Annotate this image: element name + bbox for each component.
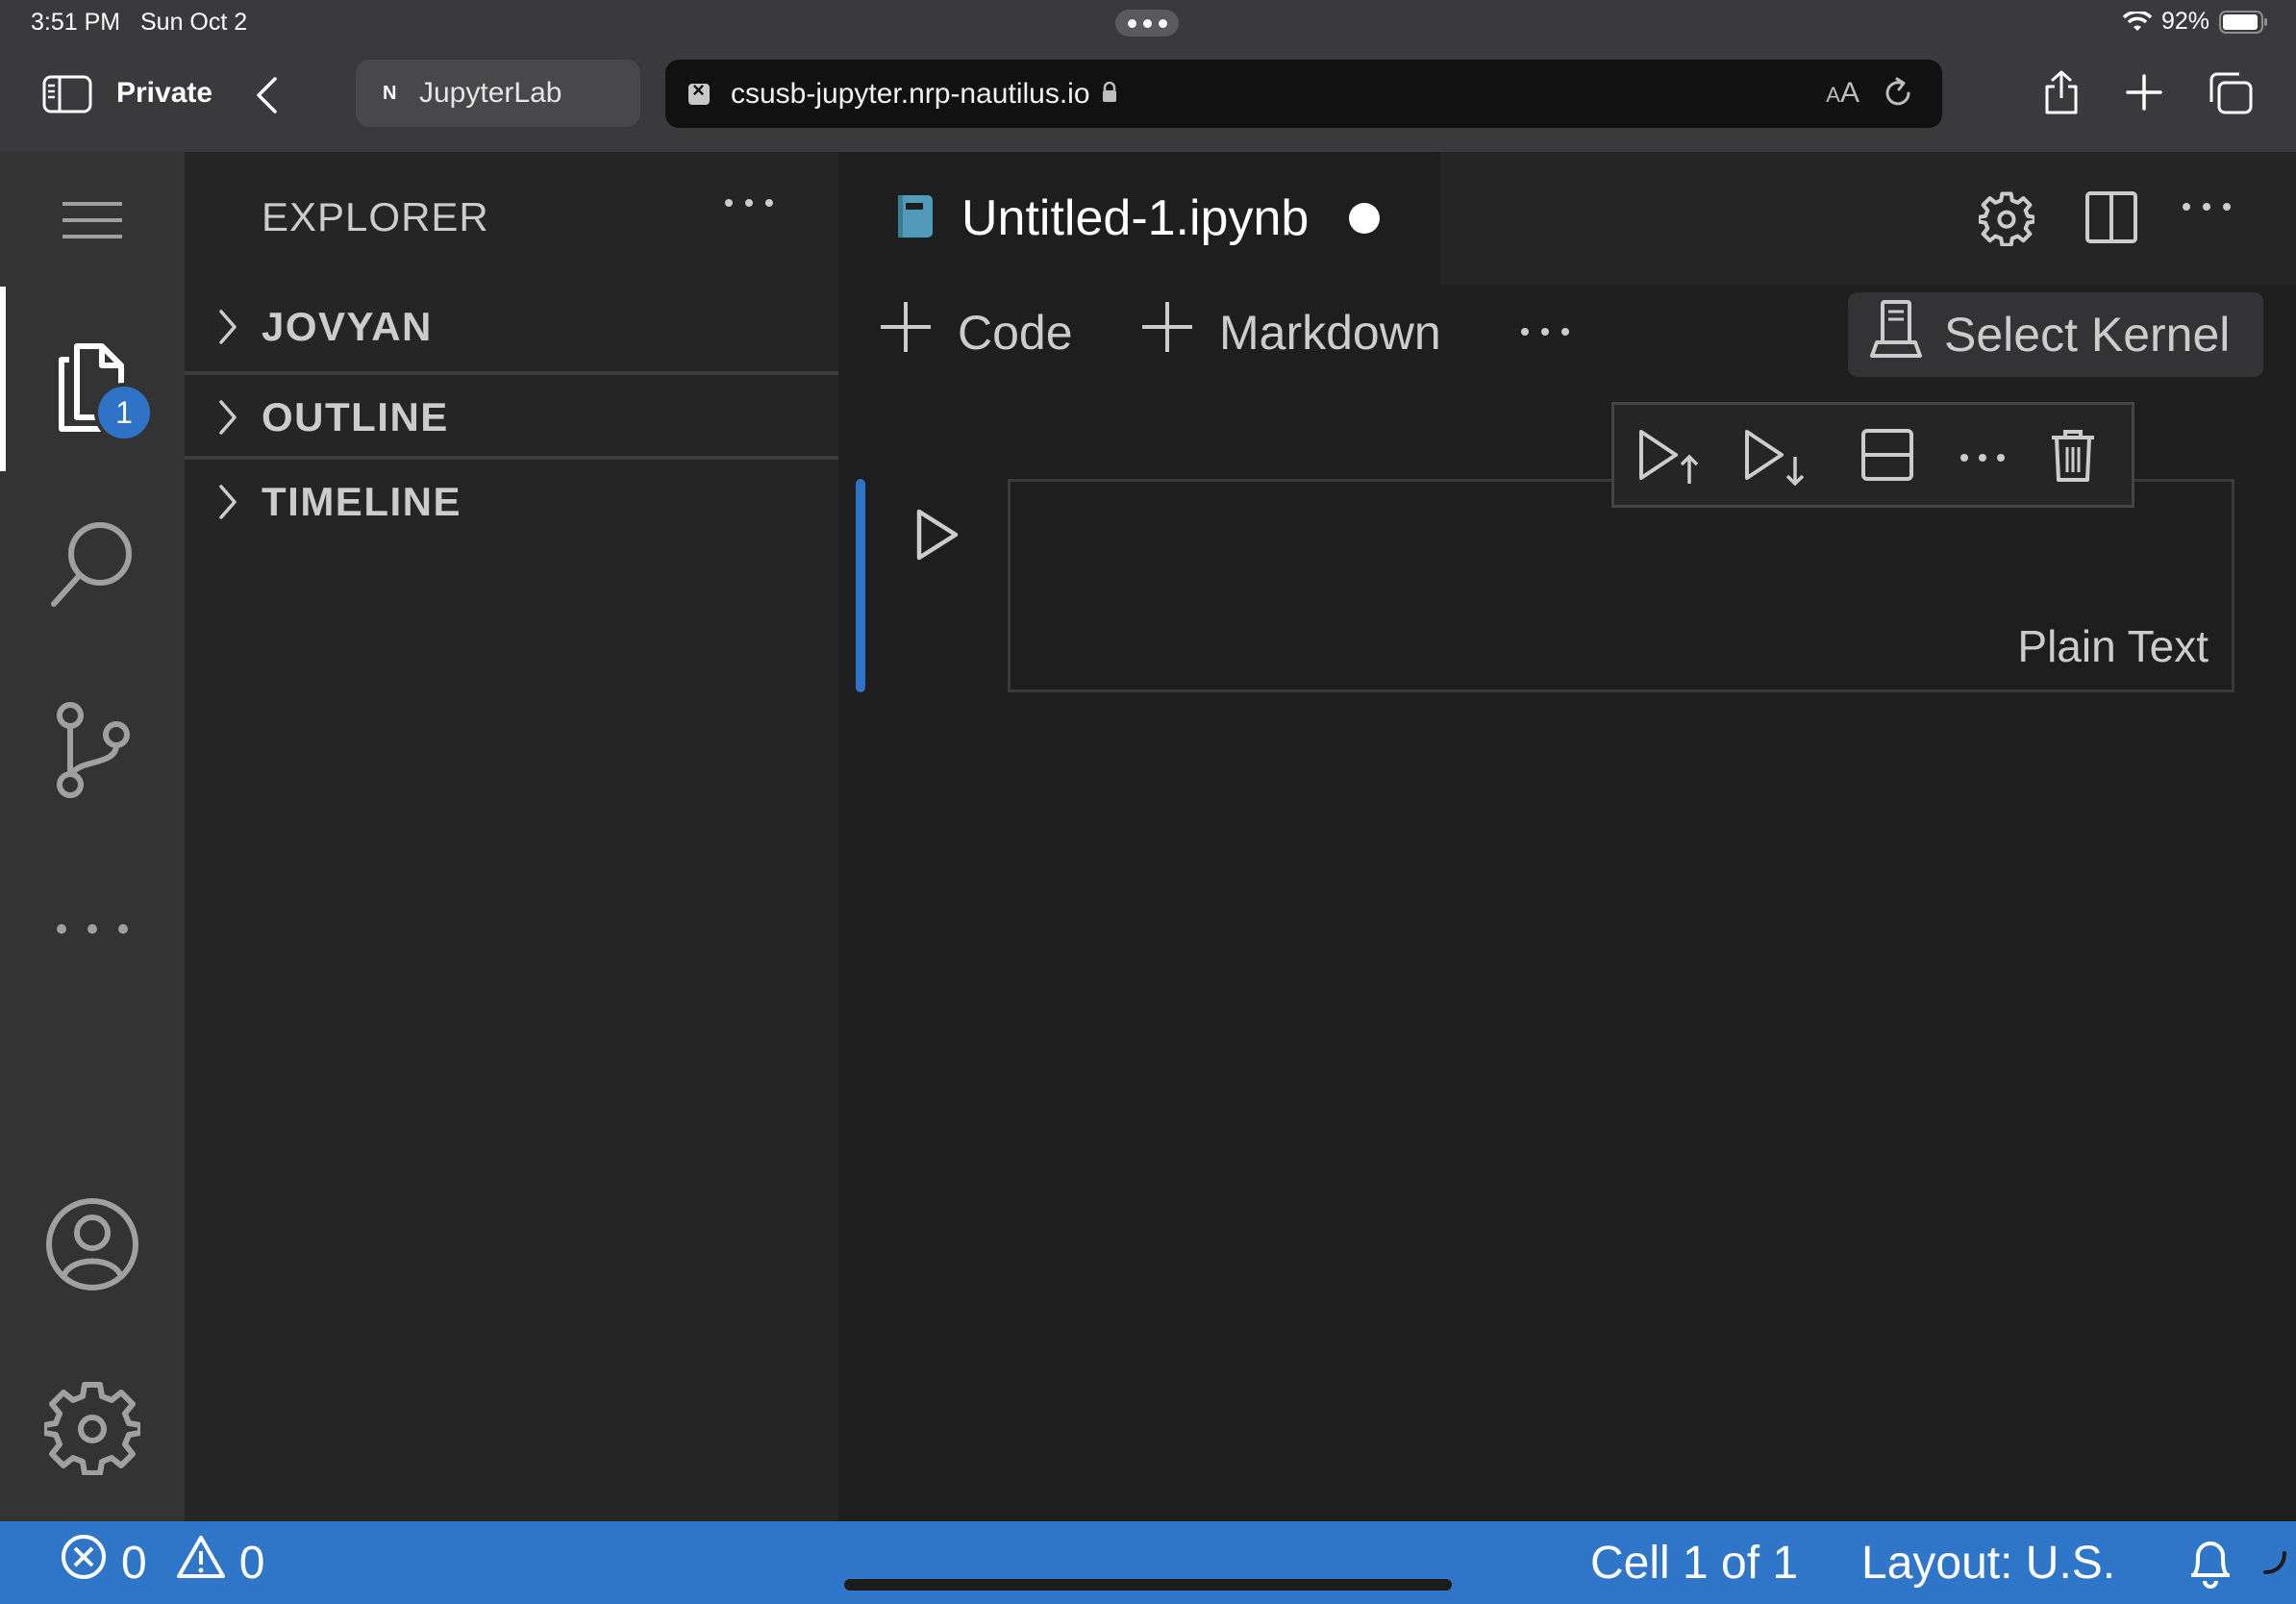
section-label: JOVYAN: [262, 304, 433, 349]
back-chevron-icon[interactable]: [254, 75, 279, 120]
status-time: 3:51 PM: [31, 9, 121, 36]
notebook-settings-gear-icon[interactable]: [1976, 190, 2037, 251]
gear-icon: [41, 1379, 143, 1480]
activity-explorer[interactable]: [0, 329, 185, 439]
source-control-icon: [49, 700, 136, 805]
activity-bar: 1: [0, 152, 185, 1521]
split-editor-icon[interactable]: [2084, 190, 2138, 249]
notebook-toolbar: Code Markdown Select Kernel: [838, 285, 2296, 381]
battery-percent: 92%: [2160, 8, 2209, 35]
cell-focus-indicator: [856, 479, 865, 692]
cell-toolbar: [1611, 402, 2134, 508]
status-right: 92%: [2122, 8, 2269, 36]
new-tab-icon[interactable]: [2125, 73, 2163, 116]
editor-tab-untitled[interactable]: Untitled-1.ipynb: [838, 152, 1440, 285]
activity-accounts[interactable]: [0, 1196, 185, 1297]
select-kernel-label: Select Kernel: [1944, 308, 2231, 362]
section-label: TIMELINE: [262, 479, 462, 524]
home-indicator[interactable]: [844, 1579, 1452, 1591]
multitasking-dots-icon[interactable]: [1115, 10, 1179, 37]
resize-corner-icon: [2261, 1521, 2288, 1604]
explorer-badge: 1: [94, 383, 154, 442]
menu-button[interactable]: [0, 200, 185, 245]
explorer-title: EXPLORER: [262, 194, 489, 239]
tab-overview-icon[interactable]: [2208, 71, 2254, 120]
keyboard-layout[interactable]: Layout: U.S.: [1861, 1521, 2115, 1604]
site-favicon-icon: [688, 78, 710, 105]
unsaved-dot-icon[interactable]: [1349, 203, 1381, 234]
explorer-more-icon[interactable]: [723, 196, 775, 213]
chevron-right-icon: [185, 483, 262, 521]
kernel-server-icon: [1869, 299, 1923, 370]
private-browsing-label[interactable]: Private: [116, 77, 212, 110]
plus-icon: [879, 300, 933, 365]
add-code-cell-button[interactable]: Code: [879, 285, 1073, 381]
notifications-bell-icon[interactable]: [2188, 1521, 2233, 1604]
search-icon: [44, 515, 140, 616]
add-code-label: Code: [958, 306, 1073, 360]
editor-tab-label: Untitled-1.ipynb: [961, 190, 1310, 246]
url-text: csusb-jupyter.nrp-nautilus.io: [731, 77, 1090, 110]
warning-count: 0: [238, 1537, 265, 1589]
trash-icon[interactable]: [2049, 428, 2097, 489]
sidebar-toggle-icon[interactable]: [42, 75, 92, 118]
status-date: Sun Oct 2: [140, 9, 248, 36]
activity-more[interactable]: [0, 921, 185, 941]
split-cell-icon[interactable]: [1860, 428, 1914, 487]
lock-icon: [1102, 78, 1117, 111]
explorer-panel: EXPLORER JOVYAN OUTLINE TIMELINE: [185, 152, 838, 1521]
notebook-editor: Untitled-1.ipynb Code Markdown Select Ke…: [838, 152, 2296, 1521]
add-markdown-label: Markdown: [1219, 306, 1441, 360]
reader-aa-button[interactable]: AA: [1826, 77, 1859, 110]
battery-icon: [2219, 10, 2269, 34]
cell-position[interactable]: Cell 1 of 1: [1590, 1521, 1798, 1604]
select-kernel-button[interactable]: Select Kernel: [1848, 292, 2263, 377]
reload-icon[interactable]: [1881, 76, 1915, 118]
plus-icon: [1140, 300, 1194, 365]
browser-tab-jupyterlab[interactable]: N JupyterLab: [356, 60, 640, 127]
status-bar: 0 0 Cell 1 of 1 Layout: U.S.: [0, 1521, 2296, 1604]
chevron-right-icon: [185, 398, 262, 437]
editor-tab-strip: Untitled-1.ipynb: [838, 152, 2296, 285]
run-above-icon[interactable]: [1637, 428, 1701, 490]
section-jovyan[interactable]: JOVYAN: [185, 285, 838, 369]
chevron-right-icon: [185, 308, 262, 346]
add-markdown-cell-button[interactable]: Markdown: [1140, 285, 1441, 381]
share-icon[interactable]: [2042, 69, 2081, 120]
activity-source-control[interactable]: [0, 700, 185, 805]
section-timeline[interactable]: TIMELINE: [185, 460, 838, 544]
activity-search[interactable]: [0, 515, 185, 616]
address-bar[interactable]: csusb-jupyter.nrp-nautilus.io AA: [665, 60, 1942, 128]
hamburger-menu-icon: [61, 200, 124, 245]
activity-manage[interactable]: [0, 1379, 185, 1480]
warning-icon: [176, 1534, 226, 1591]
toolbar-more-icon[interactable]: [1519, 325, 1571, 342]
problems-indicator[interactable]: 0 0: [60, 1521, 264, 1604]
run-below-icon[interactable]: [1743, 428, 1807, 490]
notebook-file-icon: [896, 193, 935, 244]
run-cell-icon[interactable]: [915, 508, 960, 566]
cell-input-editor[interactable]: Plain Text: [1008, 479, 2234, 692]
cell-language-label[interactable]: Plain Text: [2017, 620, 2209, 672]
account-icon: [44, 1196, 140, 1297]
cell-more-icon[interactable]: [1959, 451, 2007, 468]
browser-tab-title: JupyterLab: [419, 77, 562, 109]
safari-chrome: 3:51 PM Sun Oct 2 92% Private N JupyterL…: [0, 0, 2296, 152]
more-horizontal-icon: [54, 921, 131, 941]
section-outline[interactable]: OUTLINE: [185, 375, 838, 460]
editor-more-icon[interactable]: [2181, 200, 2233, 217]
wifi-icon: [2122, 11, 2152, 33]
error-count: 0: [121, 1537, 147, 1589]
jupyter-favicon-icon: N: [383, 82, 397, 104]
section-label: OUTLINE: [262, 394, 449, 439]
error-icon: [60, 1533, 108, 1592]
